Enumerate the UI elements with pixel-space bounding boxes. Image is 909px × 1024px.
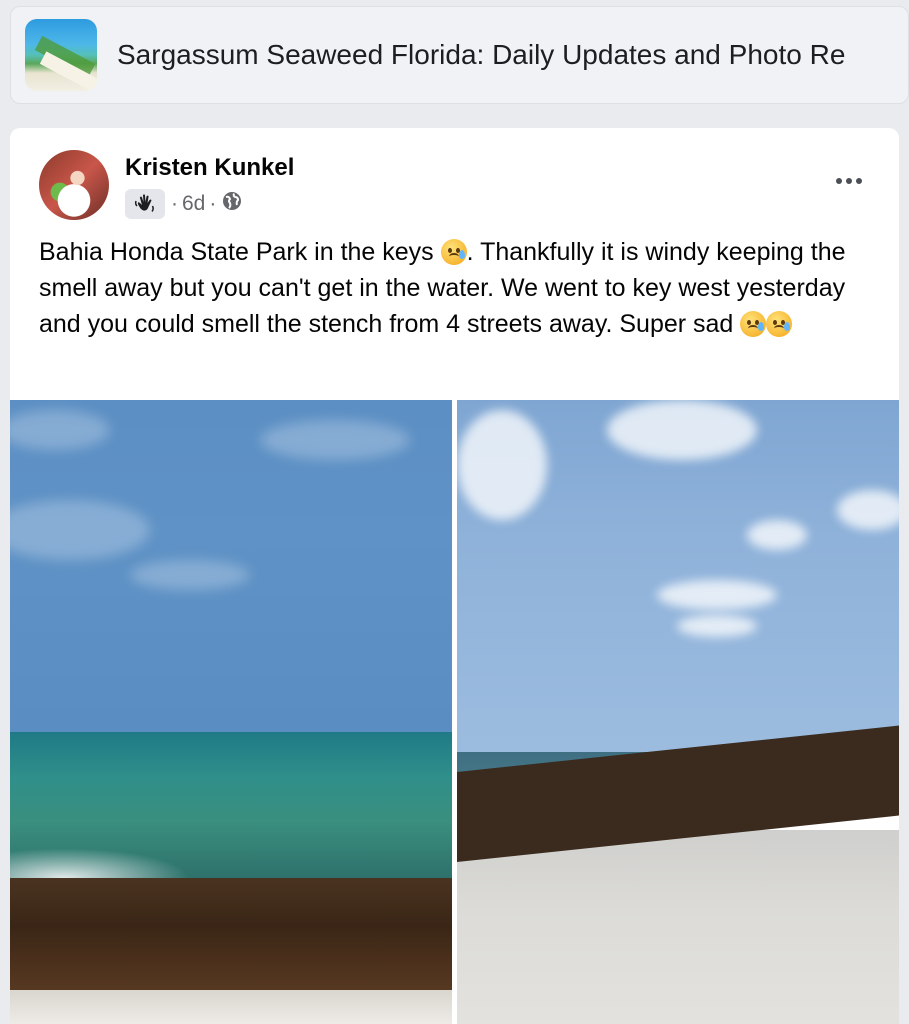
- post-time[interactable]: 6d: [182, 192, 205, 216]
- sad-face-icon: [740, 311, 767, 337]
- globe-icon: [222, 191, 242, 217]
- post-meta: · 6d ·: [125, 189, 242, 219]
- sad-face-icon: [440, 239, 467, 265]
- more-options-button[interactable]: [829, 166, 869, 196]
- post-card: Kristen Kunkel · 6d · Bahia Honda State …: [10, 128, 899, 1024]
- group-cover-thumbnail[interactable]: [25, 19, 97, 91]
- meta-separator: ·: [209, 192, 217, 215]
- post-photo-2[interactable]: [457, 400, 899, 1024]
- post-photo-1[interactable]: [10, 400, 452, 1024]
- waving-hand-icon[interactable]: [125, 189, 165, 219]
- author-name[interactable]: Kristen Kunkel: [125, 154, 294, 182]
- group-header[interactable]: Sargassum Seaweed Florida: Daily Updates…: [10, 6, 909, 104]
- post-text-part-1: Bahia Honda State Park in the keys: [39, 238, 441, 266]
- group-title[interactable]: Sargassum Seaweed Florida: Daily Updates…: [117, 39, 845, 71]
- meta-separator: ·: [171, 192, 178, 215]
- post-text: Bahia Honda State Park in the keys . Tha…: [39, 234, 869, 342]
- author-avatar[interactable]: [39, 150, 109, 220]
- sad-face-icon: [766, 311, 793, 337]
